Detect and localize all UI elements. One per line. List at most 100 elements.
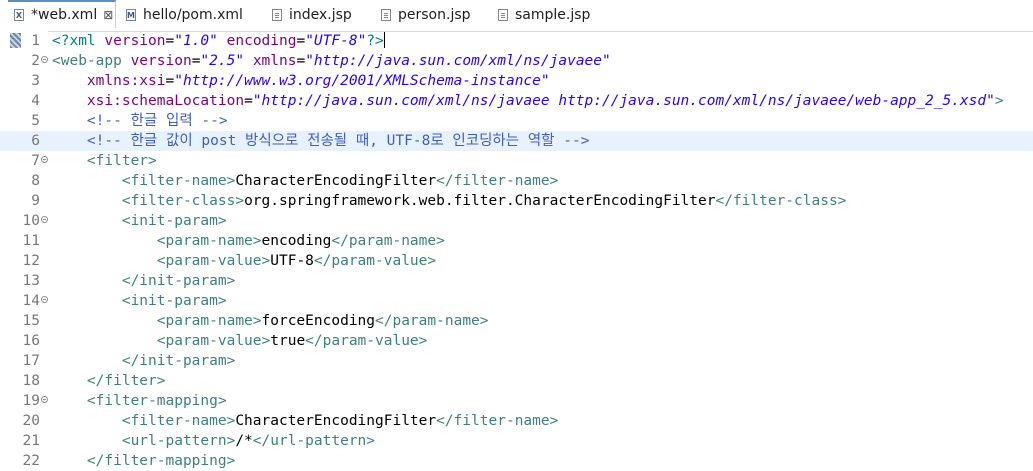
- maven-file-icon: M: [126, 9, 136, 21]
- tab-label: hello/pom.xml: [143, 7, 243, 23]
- code-token: </param-value>: [305, 333, 428, 349]
- line-number: 21: [22, 433, 40, 449]
- tab-index-jsp[interactable]: index.jsp: [272, 0, 352, 30]
- code-token: <filter-class>: [52, 193, 245, 209]
- code-token: </filter-name>: [436, 173, 559, 189]
- code-token: <param-name>: [52, 233, 262, 249]
- close-icon[interactable]: ⊠: [103, 8, 113, 22]
- code-line[interactable]: 5 <!-- 한글 입력 -->: [0, 111, 1033, 131]
- code-line[interactable]: 14 <init-param>: [0, 291, 1033, 311]
- code-token: </init-param>: [52, 273, 236, 289]
- line-number: 7: [31, 153, 40, 169]
- code-token: encoding: [226, 33, 297, 49]
- fold-toggle-icon[interactable]: [41, 216, 48, 223]
- xml-file-icon: X: [14, 9, 24, 21]
- line-number: 4: [31, 93, 40, 109]
- code-line[interactable]: 6 <!-- 한글 값이 post 방식으로 전송될 때, UTF-8로 인코딩…: [0, 131, 1033, 151]
- line-number: 15: [22, 313, 40, 329]
- line-number: 3: [31, 73, 40, 89]
- code-token: =: [296, 33, 306, 49]
- code-token: =: [244, 93, 253, 109]
- code-editor[interactable]: 1 <?xml version="1.0" encoding="UTF-8"?> 2…: [0, 31, 1033, 471]
- line-number: 17: [22, 353, 40, 369]
- code-token: <filter-mapping>: [52, 393, 227, 409]
- code-token: "UTF-8": [305, 33, 367, 49]
- code-line[interactable]: 8 <filter-name>CharacterEncodingFilter</…: [0, 171, 1033, 191]
- code-token: xmlns: [252, 53, 297, 69]
- fold-toggle-icon[interactable]: [41, 156, 48, 163]
- code-token: <!-- 한글 입력 -->: [52, 113, 228, 129]
- line-number: 9: [31, 193, 40, 209]
- code-line[interactable]: 22 </filter-mapping>: [0, 451, 1033, 471]
- line-number: 8: [31, 173, 40, 189]
- code-token: </filter-name>: [436, 413, 559, 429]
- code-text: <!-- 한글 입력 -->: [52, 111, 228, 131]
- code-text: xmlns:xsi="http://www.w3.org/2001/XMLSch…: [52, 71, 550, 91]
- code-token: forceEncoding: [261, 313, 376, 329]
- code-line[interactable]: 13 </init-param>: [0, 271, 1033, 291]
- tab-person-jsp[interactable]: person.jsp: [381, 0, 471, 30]
- code-token: version: [130, 53, 192, 69]
- code-token: <init-param>: [52, 213, 227, 229]
- code-line[interactable]: 19 <filter-mapping>: [0, 391, 1033, 411]
- editor-tab-bar: X *web.xml ⊠ M hello/pom.xml index.jsp p…: [0, 0, 1033, 32]
- code-line[interactable]: 10 <init-param>: [0, 211, 1033, 231]
- code-line[interactable]: 15 <param-name>forceEncoding</param-name…: [0, 311, 1033, 331]
- code-token: =: [165, 33, 175, 49]
- code-line[interactable]: 12 <param-value>UTF-8</param-value>: [0, 251, 1033, 271]
- code-token: "http://www.w3.org/2001/XMLSchema-instan…: [174, 73, 550, 89]
- tab-web-xml[interactable]: X *web.xml ⊠: [8, 0, 116, 28]
- code-text: </init-param>: [52, 351, 236, 371]
- code-token: </param-name>: [375, 313, 489, 329]
- line-number: 13: [22, 273, 40, 289]
- jsp-file-icon: [272, 9, 282, 21]
- code-token: </filter-mapping>: [52, 453, 236, 469]
- code-line[interactable]: 2 <web-app version="2.5" xmlns="http://ja…: [0, 51, 1033, 71]
- fold-toggle-icon[interactable]: [41, 56, 48, 63]
- code-token: <?xml: [52, 33, 105, 49]
- code-text: <!-- 한글 값이 post 방식으로 전송될 때, UTF-8로 인코딩하는…: [52, 131, 590, 151]
- code-text: xsi:schemaLocation="http://java.sun.com/…: [52, 91, 1004, 111]
- code-line[interactable]: 9 <filter-class>org.springframework.web.…: [0, 191, 1033, 211]
- code-token: <param-name>: [52, 313, 262, 329]
- code-token: <param-value>: [52, 253, 271, 269]
- code-line[interactable]: 4 xsi:schemaLocation="http://java.sun.co…: [0, 91, 1033, 111]
- code-token: xsi:schemaLocation: [86, 93, 245, 109]
- code-line[interactable]: 20 <filter-name>CharacterEncodingFilter<…: [0, 411, 1033, 431]
- fold-toggle-icon[interactable]: [41, 296, 48, 303]
- code-text: </filter>: [52, 371, 166, 391]
- tab-label: person.jsp: [398, 7, 471, 23]
- jsp-file-icon: [381, 9, 391, 21]
- code-token: encoding: [261, 233, 332, 249]
- code-text: </init-param>: [52, 271, 236, 291]
- code-token: <init-param>: [52, 293, 227, 309]
- code-line[interactable]: 16 <param-value>true</param-value>: [0, 331, 1033, 351]
- code-token: ?>: [366, 33, 384, 49]
- code-text: <param-name>forceEncoding</param-name>: [52, 311, 489, 331]
- line-number: 6: [31, 133, 40, 149]
- line-number: 19: [22, 393, 40, 409]
- tab-sample-jsp[interactable]: sample.jsp: [498, 0, 590, 30]
- code-token: "http://java.sun.com/xml/ns/javaee http:…: [252, 93, 995, 109]
- code-line[interactable]: 11 <param-name>encoding</param-name>: [0, 231, 1033, 251]
- code-line[interactable]: 21 <url-pattern>/*</url-pattern>: [0, 431, 1033, 451]
- code-token: xmlns:xsi: [86, 73, 166, 89]
- code-token: <filter>: [52, 153, 157, 169]
- code-line[interactable]: 17 </init-param>: [0, 351, 1033, 371]
- tab-pom-xml[interactable]: M hello/pom.xml: [126, 0, 243, 30]
- code-token: =: [165, 73, 175, 89]
- code-token: version: [104, 33, 166, 49]
- code-token: /*: [235, 433, 253, 449]
- code-token: </param-name>: [331, 233, 445, 249]
- code-line[interactable]: 18 </filter>: [0, 371, 1033, 391]
- line-number: 2: [31, 53, 40, 69]
- code-token: </filter>: [52, 373, 166, 389]
- line-number: 22: [22, 453, 40, 469]
- code-line[interactable]: 3 xmlns:xsi="http://www.w3.org/2001/XMLS…: [0, 71, 1033, 91]
- code-line[interactable]: 1 <?xml version="1.0" encoding="UTF-8"?>: [0, 31, 1033, 51]
- code-line[interactable]: 7 <filter>: [0, 151, 1033, 171]
- fold-toggle-icon[interactable]: [41, 396, 48, 403]
- code-token: UTF-8: [270, 253, 314, 269]
